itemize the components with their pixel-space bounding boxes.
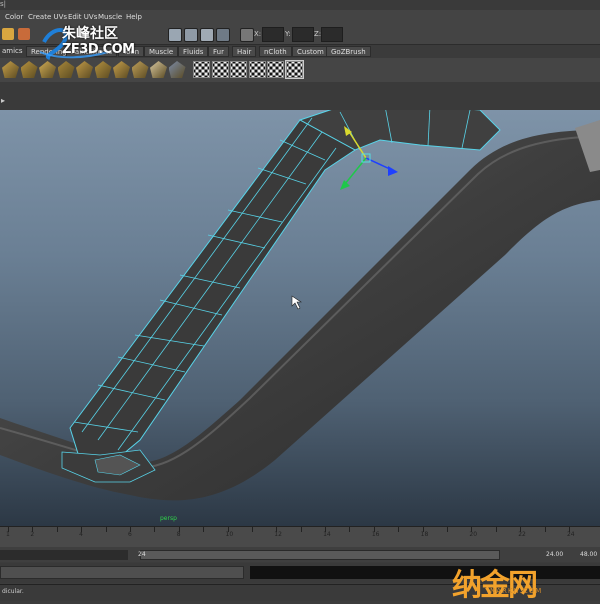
checker-icon[interactable] — [193, 61, 210, 78]
range-max-value[interactable]: 48.00 — [580, 551, 597, 558]
tab-fur[interactable]: Fur — [208, 46, 229, 57]
tex-cone-icon[interactable] — [113, 61, 130, 78]
time-tick-label: 18 — [420, 531, 429, 538]
watermark-domain: ZF3D.COM — [62, 42, 135, 57]
watermark-title: 朱峰社区 — [62, 26, 118, 42]
checker-icon[interactable] — [211, 61, 229, 78]
window-title-fragment: s| — [0, 0, 7, 8]
tex-sphere-icon[interactable] — [20, 61, 38, 78]
tex-grid-icon[interactable] — [168, 61, 186, 78]
time-tick-label: 8 — [176, 531, 181, 538]
camera-label: persp — [160, 515, 177, 522]
time-tick — [544, 527, 546, 532]
checker-icon[interactable] — [230, 61, 247, 78]
time-tick — [495, 527, 497, 532]
select-mode-icon[interactable] — [2, 28, 14, 40]
time-tick-label: 4 — [79, 531, 83, 538]
panel-menu-arrow-icon[interactable]: ▸ — [1, 96, 5, 105]
tex-ramp-icon[interactable] — [150, 61, 167, 78]
range-slider-start-label: 24 — [138, 551, 146, 558]
coord-z-field[interactable] — [321, 27, 343, 42]
tab-custom[interactable]: Custom — [292, 46, 329, 57]
tab-dynamics[interactable]: amics — [0, 46, 27, 57]
time-tick-label: 2 — [30, 531, 35, 538]
time-tick-label: 24 — [566, 531, 575, 538]
checker-icon[interactable] — [248, 61, 266, 78]
watermark-bottom-domain: NARKII.COM — [490, 587, 543, 595]
time-tick — [251, 527, 253, 532]
transform-mode-icon[interactable] — [240, 28, 254, 42]
time-tick-label: 12 — [274, 531, 282, 538]
time-tick — [349, 527, 351, 532]
checker-icon[interactable] — [267, 61, 284, 78]
time-tick — [300, 527, 302, 532]
hypershade-icon[interactable] — [216, 28, 230, 42]
help-line-text: dicular. — [2, 588, 24, 595]
render-settings-icon[interactable] — [200, 28, 214, 42]
tab-gozbrush[interactable]: GoZBrush — [326, 46, 371, 57]
watermark-bottom-title: 纳金网 — [452, 568, 538, 603]
time-slider[interactable]: 1 2 4 6 8 10 12 14 16 18 20 22 24 — [0, 526, 600, 547]
range-slider-handle[interactable] — [140, 550, 500, 560]
tex-cube-icon[interactable] — [2, 61, 19, 78]
time-tick — [447, 527, 449, 532]
viewport-scene: persp — [0, 110, 600, 522]
shelf-icon-row — [0, 58, 600, 83]
window-title-strip: s| — [0, 0, 600, 10]
render-frame-icon[interactable] — [168, 28, 182, 42]
tab-fluids[interactable]: Fluids — [178, 46, 209, 57]
range-end-value[interactable]: 24.00 — [546, 551, 563, 558]
time-tick-label: 1 — [6, 531, 10, 538]
command-input[interactable] — [0, 566, 244, 579]
tab-ncloth[interactable]: nCloth — [259, 46, 292, 57]
tex-tile-icon[interactable] — [57, 61, 75, 78]
menu-help[interactable]: Help — [126, 13, 142, 21]
time-tick-label: 10 — [225, 531, 234, 538]
snap-icon[interactable] — [18, 28, 30, 40]
coord-y-field[interactable] — [292, 27, 314, 42]
command-result-field — [250, 566, 600, 579]
checker-box-icon[interactable] — [284, 60, 304, 79]
time-tick-label: 20 — [469, 531, 478, 538]
time-tick-label: 6 — [127, 531, 132, 538]
time-tick — [105, 527, 107, 532]
menu-color[interactable]: Color — [5, 13, 23, 21]
time-tick — [154, 527, 156, 532]
tex-disc-icon[interactable] — [131, 61, 149, 78]
viewport-panel-header: ▸ — [0, 82, 600, 111]
mouse-cursor-icon — [291, 295, 302, 310]
menu-edit-uvs[interactable]: Edit UVs — [68, 13, 97, 21]
tex-plane-icon[interactable] — [39, 61, 56, 78]
coord-y-label: Y: — [285, 30, 291, 38]
perspective-viewport[interactable]: persp — [0, 110, 600, 526]
menu-muscle[interactable]: Muscle — [98, 13, 122, 21]
time-tick — [398, 527, 400, 532]
time-tick-label: 14 — [323, 531, 331, 538]
tex-box-icon[interactable] — [76, 61, 93, 78]
time-tick — [203, 527, 205, 532]
time-tick — [56, 527, 58, 532]
coord-x-label: X: — [254, 30, 262, 38]
range-start-field[interactable] — [0, 550, 128, 560]
menu-create-uvs[interactable]: Create UVs — [28, 13, 67, 21]
time-tick-label: 22 — [518, 531, 526, 538]
coord-x-field[interactable] — [262, 27, 284, 42]
time-tick-label: 16 — [371, 531, 380, 538]
tab-hair[interactable]: Hair — [232, 46, 257, 57]
ipr-render-icon[interactable] — [184, 28, 198, 42]
tex-cyl-icon[interactable] — [94, 61, 112, 78]
